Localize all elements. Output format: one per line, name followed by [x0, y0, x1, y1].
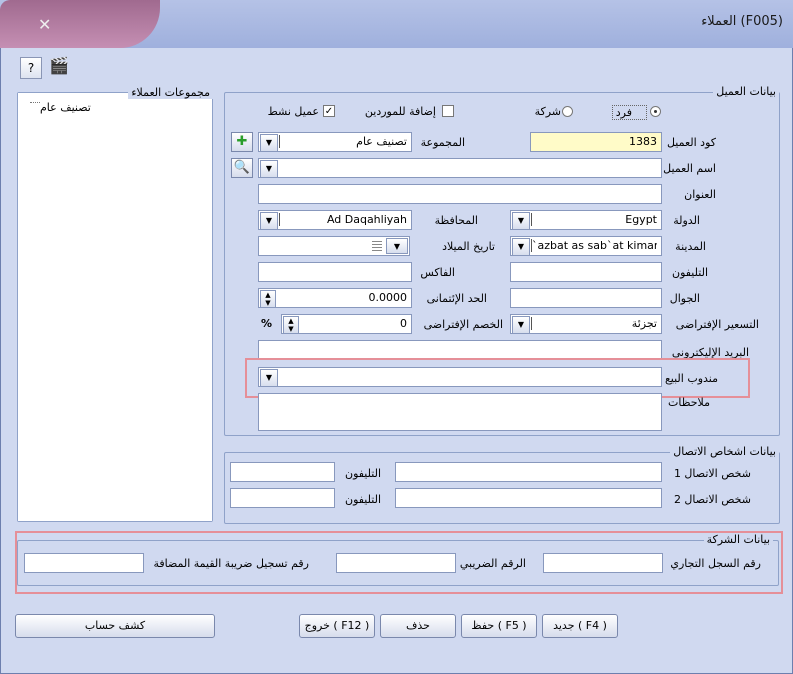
calendar-dropdown-icon[interactable]: ▼ [386, 238, 408, 254]
chevron-down-icon[interactable]: ▼ [512, 212, 530, 230]
birthdate-label: تاريخ الميلاد [442, 240, 495, 253]
commercial-register-label: رقم السجل التجاري [670, 557, 761, 570]
discount-field[interactable]: ▲ ▼ 0 [281, 314, 412, 334]
customer-data-title: بيانات العميل [713, 85, 779, 98]
calendar-icon[interactable] [372, 241, 382, 251]
help-icon[interactable]: ? [20, 57, 42, 79]
tax-number-label: الرقم الضريبي [459, 557, 526, 570]
salesman-combo[interactable]: ▼ [258, 367, 662, 387]
chevron-down-icon[interactable]: ▼ [260, 212, 278, 230]
country-value: Egypt [531, 213, 657, 226]
chevron-down-icon[interactable]: ▼ [512, 316, 530, 334]
city-combo[interactable]: ▼ `azbat as sab`at kiman [510, 236, 662, 256]
discount-value: 0 [400, 317, 407, 330]
radio-individual-label[interactable]: فرد [611, 105, 647, 120]
commercial-register-field[interactable] [543, 553, 663, 573]
customer-name-combo[interactable]: ▼ [258, 158, 662, 178]
phone-label: التليفون [671, 266, 708, 279]
mobile-label: الجوال [669, 292, 700, 305]
contact1-label: شخص الاتصال 1 [673, 467, 751, 480]
pricing-combo[interactable]: ▼ تجزئة [510, 314, 662, 334]
add-to-suppliers-label[interactable]: إضافة للموردين [365, 105, 436, 118]
stepper-icon[interactable]: ▲ ▼ [283, 316, 299, 333]
pricing-value: تجزئة [531, 317, 657, 330]
chevron-down-icon[interactable]: ▼ [260, 134, 278, 152]
country-label: الدولة [673, 214, 700, 227]
discount-label: الخصم الإفتراضى [423, 318, 503, 331]
group-value: تصنيف عام [279, 135, 407, 148]
fax-field[interactable] [258, 262, 412, 282]
contact2-label: شخص الاتصال 2 [673, 493, 751, 506]
close-icon[interactable]: ✕ [38, 15, 51, 34]
groups-tree[interactable] [18, 93, 212, 521]
contacts-title: بيانات اشخاص الاتصال [670, 445, 779, 458]
tree-item-general[interactable]: تصنيف عام [40, 101, 91, 114]
credit-limit-value: 0.0000 [368, 291, 408, 304]
fax-label: الفاكس [420, 266, 455, 279]
window-title: العملاء (F005) [701, 14, 783, 29]
chevron-down-icon[interactable]: ▼ [260, 160, 278, 178]
add-to-suppliers-checkbox[interactable] [442, 105, 454, 117]
group-label: المجموعة [420, 136, 465, 149]
exit-button[interactable]: خروج ( F12 ) [299, 614, 375, 638]
chevron-down-icon[interactable]: ▼ [512, 238, 530, 256]
address-label: العنوان [684, 188, 716, 201]
chevron-down-icon[interactable]: ▼ [260, 369, 278, 387]
governorate-value: Ad Daqahliyah [279, 213, 407, 226]
city-label: المدينة [675, 240, 706, 253]
delete-button[interactable]: حذف [380, 614, 456, 638]
salesman-label: مندوب البيع [664, 372, 718, 385]
percent-sign: % [261, 317, 273, 330]
search-icon[interactable]: 🔍 [231, 158, 253, 178]
clapper-icon[interactable]: 🎬 [49, 56, 69, 75]
radio-company[interactable] [562, 106, 573, 117]
stepper-icon[interactable]: ▲ ▼ [260, 290, 276, 307]
pricing-label: التسعير الإفتراضى [675, 318, 759, 331]
contact1-name-field[interactable] [395, 462, 662, 482]
radio-company-label[interactable]: شركة [535, 105, 561, 118]
name-label: اسم العميل [663, 162, 716, 175]
contact2-name-field[interactable] [395, 488, 662, 508]
country-combo[interactable]: ▼ Egypt [510, 210, 662, 230]
code-label: كود العميل [666, 136, 716, 149]
credit-limit-label: الحد الإئتمانى [426, 292, 487, 305]
vat-number-label: رقم تسجيل ضريبة القيمة المضافة [153, 557, 309, 570]
address-field[interactable] [258, 184, 662, 204]
email-field[interactable] [258, 340, 662, 360]
city-value: `azbat as sab`at kiman [531, 239, 657, 252]
statement-button[interactable]: كشف حساب [15, 614, 215, 638]
add-icon[interactable]: ✚ [231, 132, 253, 152]
governorate-combo[interactable]: ▼ Ad Daqahliyah [258, 210, 412, 230]
contact2-phone-label: التليفون [344, 493, 381, 506]
governorate-label: المحافظة [434, 214, 478, 227]
contact2-phone-field[interactable] [230, 488, 335, 508]
group-combo[interactable]: ▼ تصنيف عام [258, 132, 412, 152]
customer-groups-title: مجموعات العملاء [128, 86, 213, 99]
company-title: بيانات الشركة [703, 533, 773, 546]
active-customer-label[interactable]: عميل نشط [268, 105, 319, 118]
customer-code-field[interactable]: 1383 [530, 132, 662, 152]
contact1-phone-label: التليفون [344, 467, 381, 480]
contact1-phone-field[interactable] [230, 462, 335, 482]
active-customer-checkbox[interactable]: ✓ [323, 105, 335, 117]
radio-individual[interactable] [650, 106, 661, 117]
mobile-field[interactable] [510, 288, 662, 308]
save-button[interactable]: حفظ ( F5 ) [461, 614, 537, 638]
tax-number-field[interactable] [336, 553, 456, 573]
phone-field[interactable] [510, 262, 662, 282]
title-bar-accent [0, 0, 160, 48]
vat-number-field[interactable] [24, 553, 144, 573]
notes-field[interactable] [258, 393, 662, 431]
credit-limit-field[interactable]: ▲ ▼ 0.0000 [258, 288, 412, 308]
new-button[interactable]: جديد ( F4 ) [542, 614, 618, 638]
notes-label: ملاحظات [668, 396, 710, 409]
